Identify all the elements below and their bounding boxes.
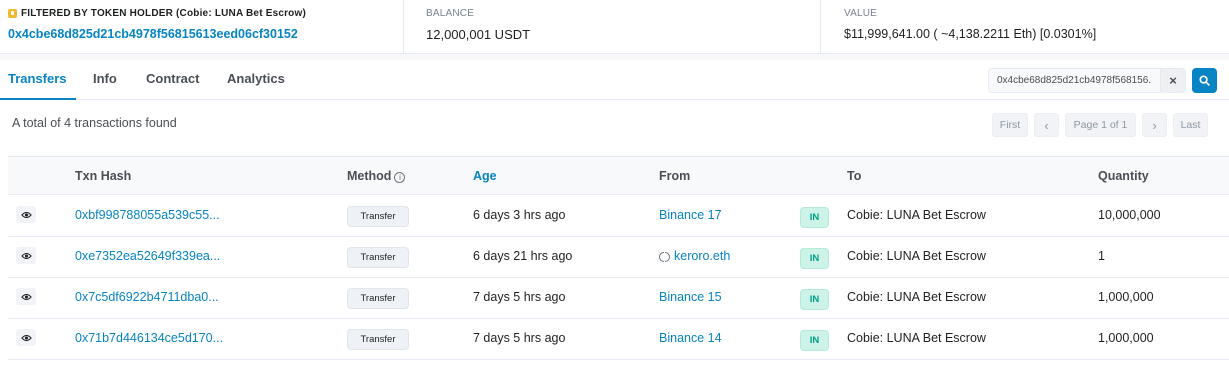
eye-icon	[20, 211, 32, 218]
balance-value: 12,000,001 USDT	[426, 27, 531, 42]
tab-bar: Transfers Info Contract Analytics ×	[0, 60, 1229, 100]
quantity-value: 1,000,000	[1098, 290, 1154, 304]
tab-info[interactable]: Info	[93, 71, 117, 86]
transfers-card: Transfers Info Contract Analytics × A to…	[0, 60, 1229, 373]
from-label: Binance 17	[659, 208, 722, 222]
value-label: VALUE	[844, 8, 878, 19]
table-row: 0x71b7d446134ce5d170... Transfer 7 days …	[8, 319, 1229, 360]
header-from: From	[659, 169, 691, 183]
address-filter-input[interactable]	[988, 68, 1161, 93]
direction-badge: IN	[800, 330, 829, 351]
direction-badge: IN	[800, 248, 829, 269]
table-row: 0xe7352ea52649f339ea... Transfer 6 days …	[8, 237, 1229, 278]
txn-hash-link[interactable]: 0xbf998788055a539c55...	[75, 208, 220, 222]
header-method-group: Method i	[347, 169, 406, 183]
method-badge: Transfer	[347, 288, 409, 309]
view-txn-button[interactable]	[16, 247, 36, 264]
view-txn-button[interactable]	[16, 329, 36, 346]
header-txn-hash: Txn Hash	[75, 169, 132, 183]
table-row: 0xbf998788055a539c55... Transfer 6 days …	[8, 196, 1229, 237]
filter-label: FILTERED BY TOKEN HOLDER (Cobie: LUNA Be…	[21, 8, 307, 19]
token-filter-summary: FILTERED BY TOKEN HOLDER (Cobie: LUNA Be…	[0, 0, 1229, 54]
eye-icon	[20, 334, 32, 341]
from-address-link[interactable]: keroro.eth	[659, 249, 730, 263]
holder-address-link[interactable]: 0x4cbe68d825d21cb4978f56815613eed06cf301…	[8, 27, 298, 41]
eye-icon	[20, 252, 32, 259]
txn-hash-link[interactable]: 0xe7352ea52649f339ea...	[75, 249, 220, 263]
balance-column: BALANCE 12,000,001 USDT	[403, 0, 820, 54]
to-address: Cobie: LUNA Bet Escrow	[847, 208, 986, 222]
close-icon: ×	[1169, 73, 1177, 88]
to-address: Cobie: LUNA Bet Escrow	[847, 249, 986, 263]
last-page-button[interactable]: Last	[1173, 113, 1208, 137]
from-label: Binance 15	[659, 290, 722, 304]
view-txn-button[interactable]	[16, 288, 36, 305]
value-column: VALUE $11,999,641.00 ( ~4,138.2211 Eth) …	[820, 0, 1229, 54]
txn-hash-link[interactable]: 0x7c5df6922b4711dba0...	[75, 290, 219, 304]
method-badge: Transfer	[347, 247, 409, 268]
clear-filter-button[interactable]: ×	[1161, 68, 1186, 93]
tab-analytics[interactable]: Analytics	[227, 71, 285, 86]
method-badge: Transfer	[347, 329, 409, 350]
prev-page-button[interactable]: ‹	[1034, 113, 1059, 137]
balance-label: BALANCE	[426, 8, 475, 19]
from-address-link[interactable]: Binance 17	[659, 208, 722, 222]
search-button[interactable]	[1192, 68, 1217, 93]
tab-transfers[interactable]: Transfers	[8, 71, 67, 86]
header-quantity: Quantity	[1098, 169, 1149, 183]
direction-badge: IN	[800, 207, 829, 228]
info-icon[interactable]: i	[394, 172, 406, 183]
page-indicator: Page 1 of 1	[1065, 113, 1136, 137]
filter-column: FILTERED BY TOKEN HOLDER (Cobie: LUNA Be…	[8, 0, 403, 54]
to-address: Cobie: LUNA Bet Escrow	[847, 290, 986, 304]
quantity-value: 1,000,000	[1098, 331, 1154, 345]
txn-age: 7 days 5 hrs ago	[473, 290, 566, 304]
view-txn-button[interactable]	[16, 206, 36, 223]
from-label: keroro.eth	[674, 249, 731, 263]
next-page-button[interactable]: ›	[1142, 113, 1167, 137]
quantity-value: 10,000,000	[1098, 208, 1161, 222]
search-icon	[1199, 75, 1210, 86]
quantity-value: 1	[1098, 249, 1105, 263]
transaction-count-text: A total of 4 transactions found	[12, 116, 177, 130]
table-row: 0x7c5df6922b4711dba0... Transfer 7 days …	[8, 278, 1229, 319]
txn-age: 6 days 21 hrs ago	[473, 249, 573, 263]
from-address-link[interactable]: Binance 14	[659, 331, 722, 345]
header-to: To	[847, 169, 862, 183]
method-badge: Transfer	[347, 206, 409, 227]
txn-age: 6 days 3 hrs ago	[473, 208, 566, 222]
txn-hash-link[interactable]: 0x71b7d446134ce5d170...	[75, 331, 223, 345]
filter-label-row: FILTERED BY TOKEN HOLDER (Cobie: LUNA Be…	[8, 8, 306, 19]
header-age[interactable]: Age	[473, 169, 497, 183]
table-header: Txn Hash Method i Age From To Quantity	[8, 156, 1229, 195]
first-page-button[interactable]: First	[992, 113, 1028, 137]
value-amount: $11,999,641.00 ( ~4,138.2211 Eth) [0.030…	[844, 27, 1097, 41]
from-address-link[interactable]: Binance 15	[659, 290, 722, 304]
tab-contract[interactable]: Contract	[146, 71, 199, 86]
token-filter-icon	[8, 9, 17, 18]
txn-age: 7 days 5 hrs ago	[473, 331, 566, 345]
from-label: Binance 14	[659, 331, 722, 345]
ens-icon	[659, 251, 670, 262]
pagination: First ‹ Page 1 of 1 › Last	[992, 113, 1208, 137]
eye-icon	[20, 293, 32, 300]
direction-badge: IN	[800, 289, 829, 310]
active-tab-indicator	[0, 98, 76, 100]
header-method: Method	[347, 169, 392, 183]
to-address: Cobie: LUNA Bet Escrow	[847, 331, 986, 345]
